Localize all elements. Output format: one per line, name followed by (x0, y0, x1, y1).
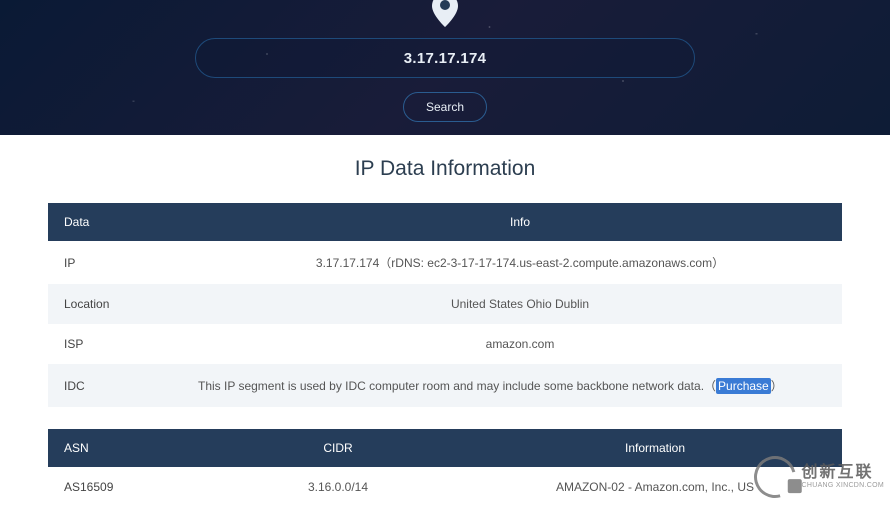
row-label: ISP (48, 324, 198, 364)
content: IP Data Information Data Info IP 3.17.17… (0, 135, 890, 507)
row-label: IDC (48, 364, 198, 407)
location-pin-icon (431, 0, 459, 28)
row-value: 3.17.17.174（rDNS: ec2-3-17-17-174.us-eas… (198, 241, 842, 284)
watermark: 创新互联 CHUANG XINCDN.COM (754, 456, 885, 498)
row-value: This IP segment is used by IDC computer … (198, 364, 842, 407)
asn-header-asn: ASN (48, 429, 208, 467)
purchase-link[interactable]: Purchase (716, 378, 771, 394)
info-header-data: Data (48, 203, 198, 241)
watermark-text-cn: 创新互联 (802, 464, 885, 482)
info-header-info: Info (198, 203, 842, 241)
asn-value: AS16509 (48, 467, 208, 507)
search-button[interactable]: Search (403, 92, 487, 122)
page-title: IP Data Information (48, 157, 842, 181)
row-value: amazon.com (198, 324, 842, 364)
search-query: 3.17.17.174 (404, 50, 487, 67)
table-row: IDC This IP segment is used by IDC compu… (48, 364, 842, 407)
row-label: IP (48, 241, 198, 284)
idc-text-suffix: ） (771, 379, 783, 393)
watermark-logo-icon (746, 448, 803, 505)
row-label: Location (48, 284, 198, 324)
table-row: Location United States Ohio Dublin (48, 284, 842, 324)
table-row: AS16509 3.16.0.0/14 AMAZON-02 - Amazon.c… (48, 467, 842, 507)
cidr-value: 3.16.0.0/14 (208, 467, 468, 507)
asn-header-cidr: CIDR (208, 429, 468, 467)
row-value: United States Ohio Dublin (198, 284, 842, 324)
info-table: Data Info IP 3.17.17.174（rDNS: ec2-3-17-… (48, 203, 842, 407)
table-row: ISP amazon.com (48, 324, 842, 364)
watermark-text-en: CHUANG XINCDN.COM (802, 482, 885, 490)
asn-table: ASN CIDR Information AS16509 3.16.0.0/14… (48, 429, 842, 507)
search-input[interactable]: 3.17.17.174 (195, 38, 695, 78)
idc-text-prefix: This IP segment is used by IDC computer … (198, 379, 716, 393)
table-row: IP 3.17.17.174（rDNS: ec2-3-17-17-174.us-… (48, 241, 842, 284)
hero: 3.17.17.174 Search (0, 0, 890, 135)
